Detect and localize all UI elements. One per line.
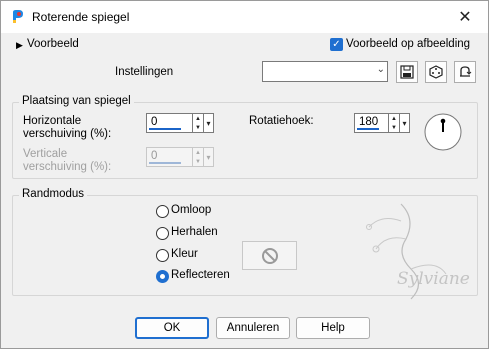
horizontal-offset-label-line2: verschuiving (%): [23, 128, 112, 140]
slider-dropdown-icon[interactable]: ▾ [399, 114, 409, 132]
rotation-angle-value: 180 [359, 116, 379, 128]
placement-group-title: Plaatsing van spiegel [19, 95, 134, 107]
close-icon[interactable]: ✕ [442, 1, 488, 33]
reset-button[interactable] [454, 61, 476, 83]
radio-wrap-label[interactable]: Omloop [171, 204, 211, 216]
radio-reflect-label[interactable]: Reflecteren [171, 269, 230, 281]
slider-dropdown-icon: ▾ [203, 148, 213, 166]
preview-toggle-label[interactable]: Voorbeeld [27, 38, 79, 50]
expand-triangle-icon[interactable]: ▶ [16, 40, 23, 51]
title-bar: Roterende spiegel ✕ [1, 1, 488, 33]
save-icon [400, 65, 414, 79]
spin-arrows-icon[interactable]: ▲ ▼ [192, 114, 203, 132]
vertical-offset-input: 0 ▲ ▼ ▾ [146, 147, 214, 167]
color-swatch-button [242, 241, 297, 270]
edge-mode-group-title: Randmodus [19, 188, 88, 200]
vertical-offset-label-line2: verschuiving (%): [23, 161, 112, 173]
rotation-angle-input[interactable]: 180 ▲ ▼ ▾ [354, 113, 410, 133]
settings-combo[interactable]: ⌄ [262, 61, 388, 82]
horizontal-offset-label: Horizontale [23, 115, 82, 127]
ok-button[interactable]: OK [135, 317, 209, 339]
watermark-text: Sylviane [397, 269, 470, 289]
radio-color-label[interactable]: Kleur [171, 248, 198, 260]
auto-preview-label[interactable]: Voorbeeld op afbeelding [346, 38, 470, 50]
horizontal-offset-input[interactable]: 0 ▲ ▼ ▾ [146, 113, 214, 133]
slider-dropdown-icon[interactable]: ▾ [203, 114, 213, 132]
rotation-angle-label: Rotatiehoek: [249, 115, 314, 127]
window-title: Roterende spiegel [32, 10, 130, 24]
radio-wrap[interactable] [156, 205, 169, 218]
save-preset-button[interactable] [396, 61, 418, 83]
dice-icon [429, 65, 443, 79]
app-icon [13, 10, 23, 23]
vertical-offset-slider [149, 162, 181, 164]
reset-icon [460, 66, 472, 77]
radio-repeat[interactable] [156, 227, 169, 240]
rotation-dial-icon[interactable] [423, 112, 463, 152]
auto-preview-checkbox[interactable]: ✓ [330, 38, 343, 51]
radio-color[interactable] [156, 249, 169, 262]
spin-arrows-icon: ▲ ▼ [192, 148, 203, 166]
horizontal-offset-slider[interactable] [149, 128, 181, 130]
chevron-down-icon: ⌄ [376, 64, 385, 75]
randomize-button[interactable] [425, 61, 447, 83]
no-color-icon [261, 247, 278, 264]
cancel-button[interactable]: Annuleren [216, 317, 290, 339]
rotation-angle-slider[interactable] [357, 128, 379, 130]
settings-label: Instellingen [115, 66, 174, 78]
radio-repeat-label[interactable]: Herhalen [171, 226, 218, 238]
watermark-flourish [366, 203, 447, 300]
vertical-offset-value: 0 [151, 150, 158, 162]
dialog-window: Roterende spiegel ✕ ▶ Voorbeeld ✓ Voorbe… [0, 0, 489, 349]
horizontal-offset-value: 0 [151, 116, 158, 128]
radio-reflect[interactable] [156, 270, 169, 283]
spin-arrows-icon[interactable]: ▲ ▼ [388, 114, 399, 132]
vertical-offset-label: Verticale [23, 148, 68, 160]
help-button[interactable]: Help [296, 317, 370, 339]
